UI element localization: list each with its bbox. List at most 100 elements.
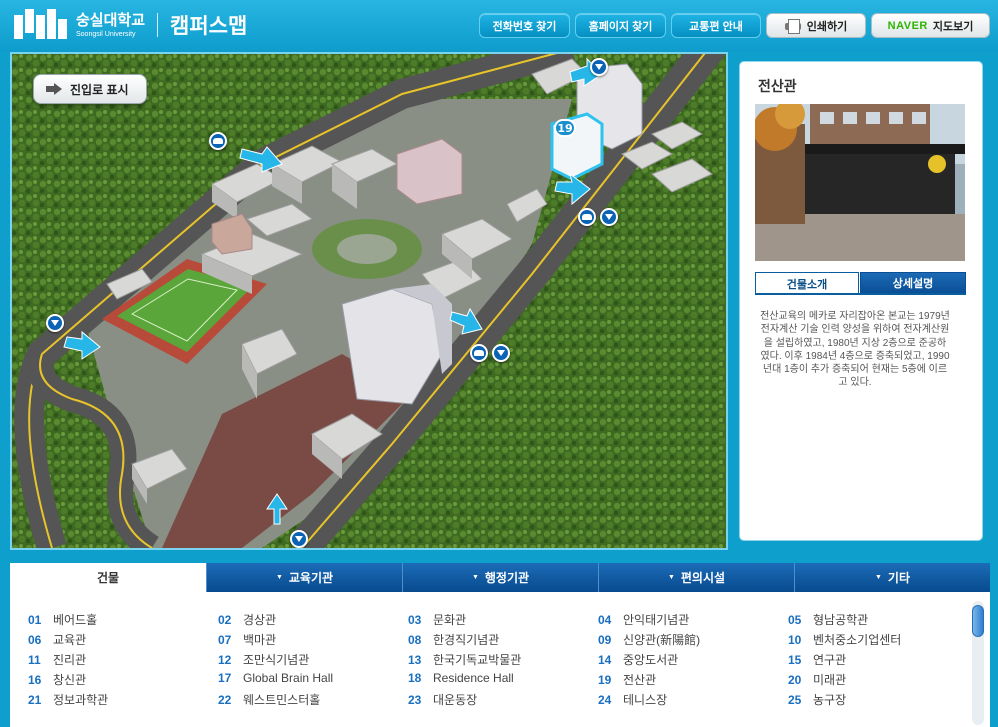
- homepage-search-button[interactable]: 홈페이지 찾기: [575, 13, 666, 38]
- building-list-item[interactable]: 06 교육관: [28, 631, 86, 648]
- building-number: 16: [28, 673, 42, 687]
- tab-administration[interactable]: ▼ 행정기관: [402, 563, 598, 592]
- building-list-item[interactable]: 11 진리관: [28, 651, 86, 668]
- phone-search-button[interactable]: 전화번호 찾기: [479, 13, 570, 38]
- building-name-label: 조만식기념관: [243, 653, 310, 667]
- pedestrian-entrance-icon[interactable]: [290, 530, 308, 548]
- naver-map-label: 지도보기: [932, 20, 974, 33]
- building-name-label: 농구장: [813, 693, 847, 707]
- building-name-label: 미래관: [813, 673, 847, 687]
- building-info-panel: 전산관 건물소개 상세설명 전산교육의 메카로 자리잡아온 본교는 1979년 …: [740, 62, 982, 540]
- print-button[interactable]: 인쇄하기: [766, 13, 866, 38]
- building-name-label: 진리관: [53, 653, 87, 667]
- print-label: 인쇄하기: [806, 20, 848, 33]
- ssu-emblem-icon: [14, 9, 72, 41]
- tab-building-detail[interactable]: 상세설명: [860, 272, 966, 294]
- building-list-item[interactable]: 01 베어드홀: [28, 611, 97, 628]
- pedestrian-entrance-icon[interactable]: [600, 208, 618, 226]
- campus-map[interactable]: 진입로 표시 19: [10, 52, 728, 550]
- building-list-item[interactable]: 15 연구관: [788, 651, 846, 668]
- building-name: 전산관: [758, 78, 797, 94]
- building-name-label: 한국기독교박물관: [433, 653, 522, 667]
- building-name-label: 중앙도서관: [623, 653, 679, 667]
- building-name-label: Residence Hall: [433, 671, 514, 685]
- header: 숭실대학교 Soongsil University 캠퍼스맵 전화번호 찾기 홈…: [0, 0, 998, 52]
- building-name-label: 대운동장: [433, 693, 478, 707]
- building-name-label: 신양관(新陽館): [623, 633, 701, 647]
- building-number: 11: [28, 653, 41, 667]
- building-list-item[interactable]: 14 중앙도서관: [598, 651, 678, 668]
- car-entrance-icon[interactable]: [209, 132, 227, 150]
- selected-building-marker[interactable]: 19: [554, 119, 576, 137]
- tab-etc[interactable]: ▼ 기타: [794, 563, 990, 592]
- pedestrian-entrance-icon[interactable]: [590, 58, 608, 76]
- building-list-item[interactable]: 22 웨스트민스터홀: [218, 691, 320, 708]
- building-list-item[interactable]: 20 미래관: [788, 671, 846, 688]
- scroll-thumb[interactable]: [972, 605, 984, 637]
- building-name-label: 문화관: [433, 613, 467, 627]
- building-name-label: 벤처중소기업센터: [813, 633, 902, 647]
- tab-buildings[interactable]: 건물: [10, 563, 206, 592]
- building-number: 18: [408, 671, 422, 685]
- tab-education[interactable]: ▼ 교육기관: [206, 563, 402, 592]
- car-entrance-icon[interactable]: [578, 208, 596, 226]
- building-list-item[interactable]: 04 안익태기념관: [598, 611, 689, 628]
- naver-map-button[interactable]: NAVER 지도보기: [871, 13, 990, 38]
- campus-map-illustration: [12, 54, 726, 548]
- car-entrance-icon[interactable]: [470, 344, 488, 362]
- printer-icon: [784, 19, 801, 34]
- tab-administration-label: 행정기관: [484, 571, 530, 585]
- building-list-item[interactable]: 23 대운동장: [408, 691, 477, 708]
- building-list-item[interactable]: 25 농구장: [788, 691, 846, 708]
- building-list-item[interactable]: 05 형남공학관: [788, 611, 868, 628]
- building-number: 02: [218, 613, 232, 627]
- building-list-item[interactable]: 02 경상관: [218, 611, 276, 628]
- building-name-label: Global Brain Hall: [243, 671, 334, 685]
- building-number: 21: [28, 693, 42, 707]
- building-list-item[interactable]: 19 전산관: [598, 671, 656, 688]
- building-name-label: 베어드홀: [53, 613, 98, 627]
- building-name-label: 한경직기념관: [433, 633, 500, 647]
- caret-down-icon: ▼: [874, 574, 882, 581]
- building-name-label: 전산관: [623, 673, 657, 687]
- building-number: 05: [788, 613, 802, 627]
- tab-convenience[interactable]: ▼ 편의시설: [598, 563, 794, 592]
- entrance-toggle-button[interactable]: 진입로 표시: [33, 74, 147, 104]
- pedestrian-entrance-icon[interactable]: [492, 344, 510, 362]
- pedestrian-entrance-icon[interactable]: [46, 314, 64, 332]
- building-number: 25: [788, 693, 802, 707]
- arrow-right-icon: [46, 83, 62, 95]
- university-logo[interactable]: 숭실대학교 Soongsil University 캠퍼스맵: [14, 9, 247, 41]
- caret-down-icon: ▼: [275, 574, 283, 581]
- building-number: 08: [408, 633, 422, 647]
- building-name-label: 테니스장: [623, 693, 668, 707]
- building-list-item[interactable]: 08 한경직기념관: [408, 631, 499, 648]
- building-photo: [755, 104, 965, 261]
- building-list-item[interactable]: 18 Residence Hall: [408, 671, 514, 685]
- list-scrollbar[interactable]: [972, 601, 984, 725]
- building-list-item[interactable]: 12 조만식기념관: [218, 651, 309, 668]
- tab-education-label: 교육기관: [288, 571, 334, 585]
- building-list-item[interactable]: 21 정보과학관: [28, 691, 108, 708]
- building-list-item[interactable]: 17 Global Brain Hall: [218, 671, 333, 685]
- building-list-item[interactable]: 07 백마관: [218, 631, 276, 648]
- caret-down-icon: ▼: [471, 574, 479, 581]
- building-number: 09: [598, 633, 612, 647]
- naver-logo: NAVER: [887, 19, 928, 32]
- building-list-item[interactable]: 24 테니스장: [598, 691, 667, 708]
- tab-buildings-label: 건물: [96, 571, 120, 585]
- building-list-item[interactable]: 13 한국기독교박물관: [408, 651, 521, 668]
- building-list-item[interactable]: 10 벤처중소기업센터: [788, 631, 901, 648]
- building-number: 19: [598, 673, 612, 687]
- building-number: 24: [598, 693, 612, 707]
- entrance-toggle-label: 진입로 표시: [70, 82, 129, 97]
- building-number: 17: [218, 671, 232, 685]
- transport-info-button[interactable]: 교통편 안내: [671, 13, 761, 38]
- building-list-item[interactable]: 16 창신관: [28, 671, 86, 688]
- building-list-item[interactable]: 03 문화관: [408, 611, 466, 628]
- tab-underline: [755, 293, 966, 295]
- tab-building-intro[interactable]: 건물소개: [755, 272, 859, 294]
- building-list-item[interactable]: 09 신양관(新陽館): [598, 631, 700, 648]
- tab-convenience-label: 편의시설: [680, 571, 726, 585]
- building-name-label: 경상관: [243, 613, 277, 627]
